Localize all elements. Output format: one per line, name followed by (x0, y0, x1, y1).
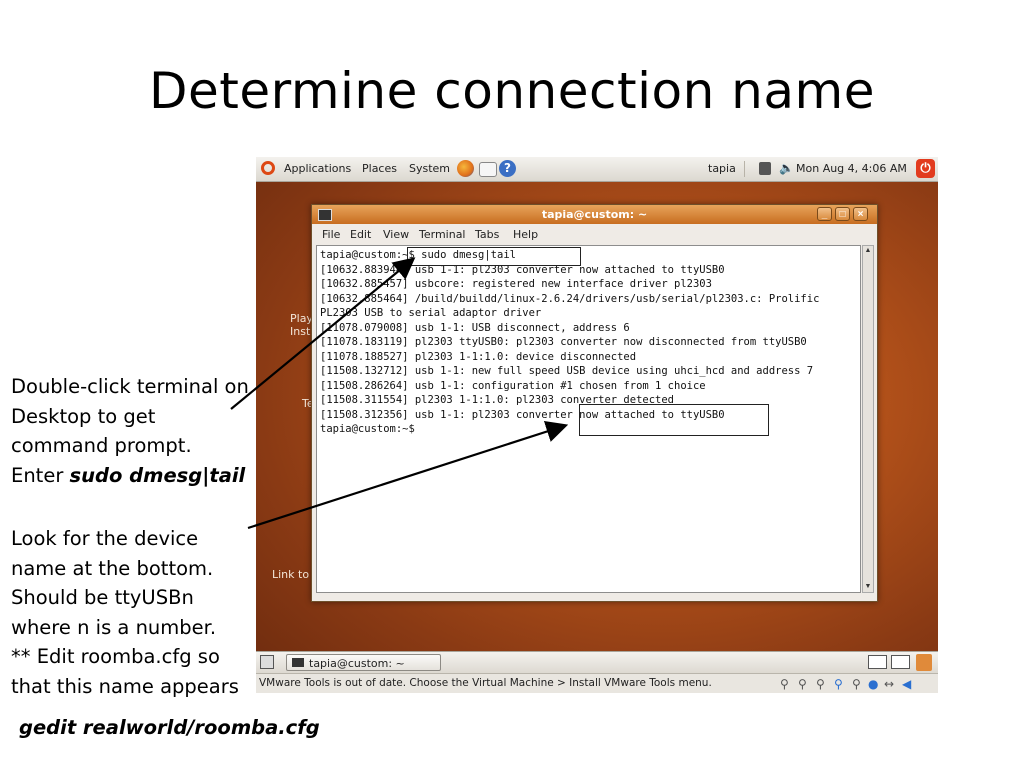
arrow-to-device (247, 420, 569, 530)
annotation-step2: Look for the device name at the bottom. … (11, 527, 239, 698)
annotation-step1-command: sudo dmesg|tail (69, 463, 246, 487)
gedit-command: gedit realworld/roomba.cfg (19, 716, 320, 739)
arrow-to-command (230, 257, 416, 410)
annotation-step1: Double-click terminal on Desktop to get … (11, 372, 249, 490)
